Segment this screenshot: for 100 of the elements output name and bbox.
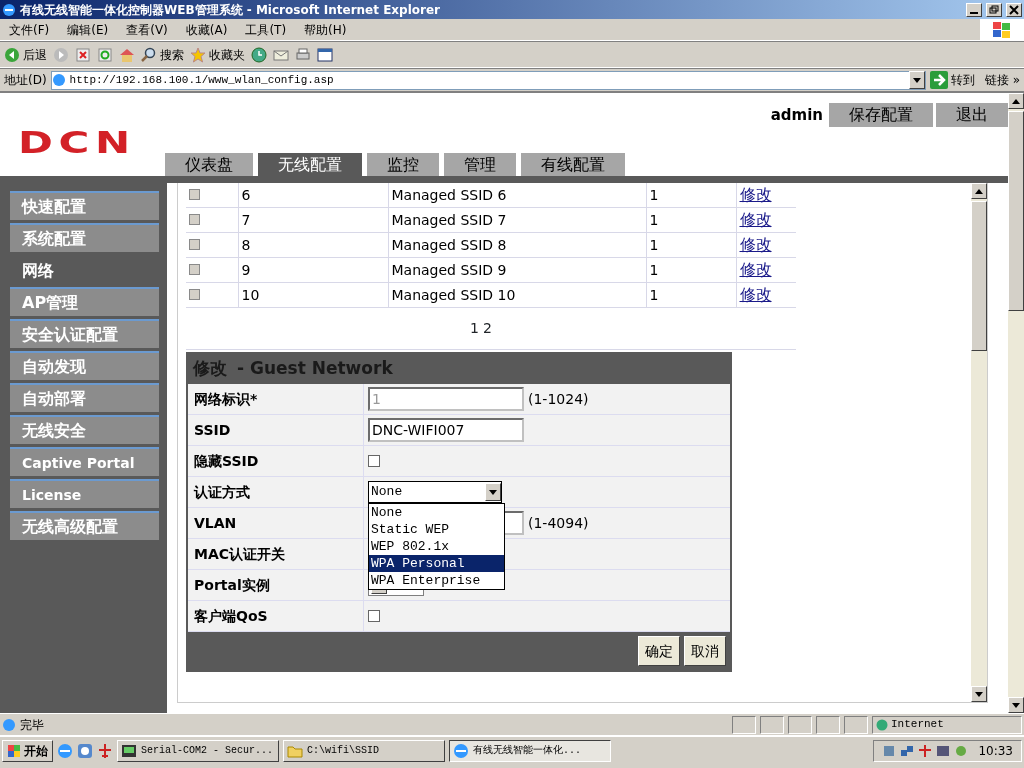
edit-link[interactable]: 修改: [739, 210, 772, 229]
table-cell: 1: [646, 232, 736, 258]
tray-icon: [954, 743, 969, 758]
menu-item[interactable]: 查看(V): [117, 20, 177, 39]
menu-item[interactable]: 文件(F): [0, 20, 59, 39]
terminal-icon: [121, 742, 137, 759]
plane-icon[interactable]: [97, 742, 113, 759]
scrollbar[interactable]: [1008, 93, 1024, 713]
page-link[interactable]: 1: [470, 318, 479, 339]
form-button[interactable]: 取消: [684, 636, 726, 666]
sidebar-item[interactable]: 网络: [10, 255, 159, 284]
refresh-icon[interactable]: [97, 46, 113, 63]
close-icon: [1008, 3, 1020, 16]
minimize-icon: [970, 12, 978, 14]
taskbar-button[interactable]: 有线无线智能一体化...: [449, 739, 611, 762]
table-cell: 6: [238, 183, 388, 208]
edit-link[interactable]: 修改: [739, 185, 772, 204]
history-icon[interactable]: [251, 46, 267, 63]
home-icon[interactable]: [119, 46, 135, 63]
edit-link[interactable]: 修改: [739, 285, 772, 304]
scroll-thumb[interactable]: [971, 201, 987, 351]
table-cell: 1: [646, 257, 736, 283]
page-link[interactable]: 2: [483, 318, 492, 339]
checkbox[interactable]: [189, 263, 200, 275]
nav-tab[interactable]: 管理: [444, 153, 516, 176]
more-button[interactable]: »: [1012, 71, 1020, 89]
edit-icon[interactable]: [317, 46, 333, 63]
stop-icon[interactable]: [75, 46, 91, 63]
search-button[interactable]: 搜索: [141, 45, 184, 64]
menu-item[interactable]: 工具(T): [236, 20, 296, 39]
edit-link[interactable]: 修改: [739, 235, 772, 254]
back-button[interactable]: 后退: [4, 45, 47, 64]
field-label: 隐藏SSID: [188, 446, 364, 476]
status-pane: [788, 715, 812, 734]
browser-icon[interactable]: [77, 742, 93, 759]
dropdown-option[interactable]: WPA Enterprise: [369, 572, 504, 589]
close-button[interactable]: [1006, 2, 1022, 17]
page-icon: [2, 717, 16, 732]
header-button[interactable]: 保存配置: [829, 103, 933, 127]
dropdown-option[interactable]: Static WEP: [369, 521, 504, 538]
form-subtitle: - Guest Network: [237, 357, 393, 381]
minimize-button[interactable]: [966, 2, 982, 17]
scroll-down-button[interactable]: [1008, 697, 1024, 713]
table-cell: Managed SSID 6: [388, 183, 646, 208]
field-label: VLAN: [188, 508, 364, 538]
windows-flag-icon: [992, 20, 1012, 39]
table-cell: 1: [646, 282, 736, 308]
start-button[interactable]: 开始: [2, 739, 53, 762]
vm-icon: [936, 743, 951, 758]
caret-icon: [489, 489, 497, 495]
dropdown-button[interactable]: [908, 71, 925, 89]
dropdown-option[interactable]: None: [369, 504, 504, 521]
restore-icon: [988, 3, 1000, 16]
links-button[interactable]: 链接: [984, 71, 1009, 89]
search-icon: [141, 46, 157, 63]
header-button[interactable]: 退出: [936, 103, 1008, 127]
status-pane: [816, 715, 840, 734]
nav-tab[interactable]: 无线配置: [258, 153, 362, 176]
menu-item[interactable]: 编辑(E): [58, 20, 118, 39]
printer-icon[interactable]: [295, 46, 311, 63]
nav-tab[interactable]: 仪表盘: [165, 153, 253, 176]
checkbox[interactable]: [368, 610, 380, 622]
taskbar-button[interactable]: C:\wifi\SSID: [283, 739, 445, 762]
nav-tab[interactable]: 监控: [367, 153, 439, 176]
edit-link[interactable]: 修改: [739, 260, 772, 279]
scroll-up-button[interactable]: [971, 183, 987, 199]
dropdown-option[interactable]: WPA Personal: [369, 555, 504, 572]
status-pane: [844, 715, 868, 734]
star-button[interactable]: 收藏夹: [190, 45, 245, 64]
caret-icon: [975, 691, 983, 697]
plane-icon: [918, 743, 933, 758]
globe-icon: [876, 718, 888, 731]
caret-icon: [912, 77, 921, 83]
checkbox[interactable]: [368, 455, 380, 467]
network-icon: [900, 743, 915, 758]
checkbox[interactable]: [189, 238, 200, 250]
scroll-down-button[interactable]: [971, 686, 987, 702]
checkbox[interactable]: [189, 213, 200, 225]
select-field[interactable]: None: [368, 481, 502, 503]
address-field[interactable]: http://192.168.100.1/www_wlan_config.asp: [50, 70, 926, 90]
restore-button[interactable]: [986, 2, 1002, 17]
form-button[interactable]: 确定: [638, 636, 680, 666]
menu-item[interactable]: 帮助(H): [295, 20, 356, 39]
taskbar-button[interactable]: Serial-COM2 - Secur...: [117, 739, 279, 762]
go-button[interactable]: 转到: [929, 71, 975, 89]
status-text: 完毕: [20, 716, 45, 734]
caret-icon: [1012, 702, 1020, 708]
nav-tab[interactable]: 有线配置: [521, 153, 625, 176]
dropdown-option[interactable]: WEP 802.1x: [369, 538, 504, 555]
browser-icon[interactable]: [57, 742, 73, 759]
scrollbar[interactable]: [971, 183, 987, 702]
scroll-thumb[interactable]: [1008, 111, 1024, 311]
tray-icon: [882, 743, 897, 758]
checkbox[interactable]: [189, 288, 200, 300]
table-cell: 7: [238, 207, 388, 233]
menu-item[interactable]: 收藏(A): [176, 20, 237, 39]
checkbox[interactable]: [189, 188, 200, 200]
scroll-up-button[interactable]: [1008, 93, 1024, 109]
browser-icon: [2, 2, 16, 17]
input-field[interactable]: DNC-WIFI007: [368, 418, 524, 442]
